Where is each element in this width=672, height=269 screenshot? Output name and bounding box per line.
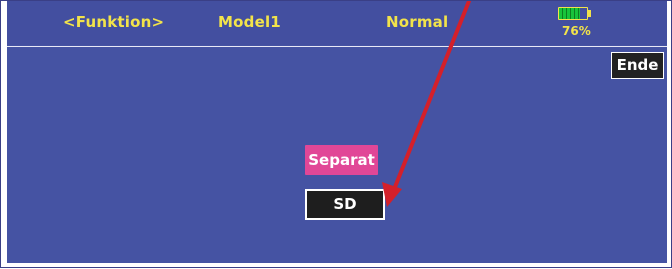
battery-tip [588, 10, 591, 17]
function-screen: <Funktion> Model1 Normal 76% Ende Separa… [7, 1, 667, 263]
battery-percent: 76% [562, 24, 591, 38]
battery-icon [558, 7, 588, 20]
status-header: <Funktion> Model1 Normal 76% [7, 1, 667, 45]
sd-button[interactable]: SD [305, 189, 385, 220]
separat-button[interactable]: Separat [305, 145, 378, 175]
flight-mode: Normal [386, 13, 449, 31]
battery-level-fill [559, 8, 581, 19]
function-title[interactable]: <Funktion> [63, 13, 164, 31]
model-name[interactable]: Model1 [218, 13, 281, 31]
battery-indicator: 76% [552, 6, 600, 42]
radio-screen-frame: <Funktion> Model1 Normal 76% Ende Separa… [0, 0, 672, 268]
end-button[interactable]: Ende [611, 52, 664, 79]
header-divider [7, 46, 667, 47]
